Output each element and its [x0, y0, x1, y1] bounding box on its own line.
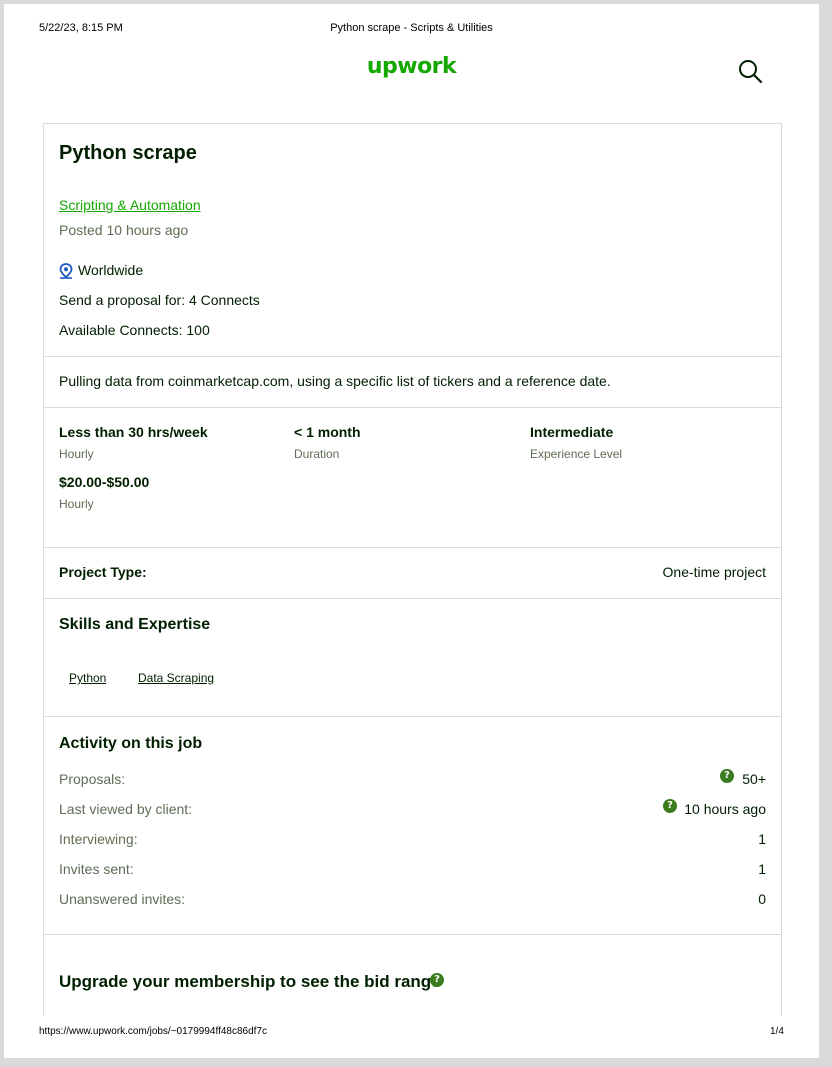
interviewing-value: 1 [758, 831, 766, 847]
skills-section: Skills and Expertise Python Data Scrapin… [44, 599, 781, 717]
unanswered-invites-label: Unanswered invites: [59, 891, 186, 907]
rate-label: Hourly [59, 497, 94, 511]
job-card: Python scrape Scripting & Automation Pos… [43, 123, 782, 1058]
project-type-value: One-time project [662, 564, 766, 580]
help-icon[interactable]: ? [720, 769, 734, 783]
skill-tag-python[interactable]: Python [69, 671, 106, 685]
rate-value: $20.00-$50.00 [59, 474, 150, 490]
search-icon[interactable] [737, 58, 763, 84]
invites-sent-value: 1 [758, 861, 766, 877]
project-type-label: Project Type: [59, 564, 147, 580]
skills-heading: Skills and Expertise [59, 616, 211, 633]
invites-sent-label: Invites sent: [59, 861, 134, 877]
available-connects: Available Connects: 100 [59, 322, 210, 338]
print-page-number: 1/4 [770, 1026, 784, 1037]
activity-section: Activity on this job Proposals: ? 50+ La… [44, 717, 781, 935]
upwork-logo[interactable]: upwork [4, 54, 819, 79]
hours-label: Hourly [59, 447, 94, 461]
help-icon[interactable]: ? [663, 799, 677, 813]
location-text: Worldwide [78, 262, 144, 278]
hours-value: Less than 30 hrs/week [59, 424, 208, 440]
experience-value: Intermediate [530, 424, 614, 440]
experience-label: Experience Level [530, 447, 623, 461]
interviewing-label: Interviewing: [59, 831, 138, 847]
project-type-section: Project Type: One-time project [44, 548, 781, 599]
upgrade-heading: Upgrade your membership to see the bid r… [59, 972, 441, 991]
print-footer-area [4, 1016, 819, 1058]
printed-page: 5/22/23, 8:15 PM Python scrape - Scripts… [4, 4, 819, 1058]
print-url: https://www.upwork.com/jobs/~0179994ff48… [39, 1026, 268, 1037]
help-icon[interactable]: ? [430, 973, 444, 987]
print-page-title: Python scrape - Scripts & Utilities [330, 22, 493, 34]
job-title: Python scrape [59, 142, 197, 164]
proposals-value: 50+ [742, 771, 766, 787]
last-viewed-value: 10 hours ago [684, 801, 766, 817]
location-pin-icon [59, 263, 73, 279]
proposals-label: Proposals: [59, 771, 126, 787]
duration-value: < 1 month [294, 424, 361, 440]
description-section: Pulling data from coinmarketcap.com, usi… [44, 357, 781, 408]
job-header-section: Python scrape Scripting & Automation Pos… [44, 124, 781, 357]
details-section: Less than 30 hrs/week Hourly < 1 month D… [44, 408, 781, 548]
posted-time: Posted 10 hours ago [59, 222, 189, 238]
activity-heading: Activity on this job [59, 735, 203, 752]
unanswered-invites-value: 0 [758, 891, 766, 907]
skill-tag-data-scraping[interactable]: Data Scraping [138, 671, 214, 685]
category-link[interactable]: Scripting & Automation [59, 197, 201, 213]
job-description: Pulling data from coinmarketcap.com, usi… [59, 373, 611, 389]
last-viewed-label: Last viewed by client: [59, 801, 193, 817]
proposal-cost: Send a proposal for: 4 Connects [59, 292, 260, 308]
duration-label: Duration [294, 447, 340, 461]
